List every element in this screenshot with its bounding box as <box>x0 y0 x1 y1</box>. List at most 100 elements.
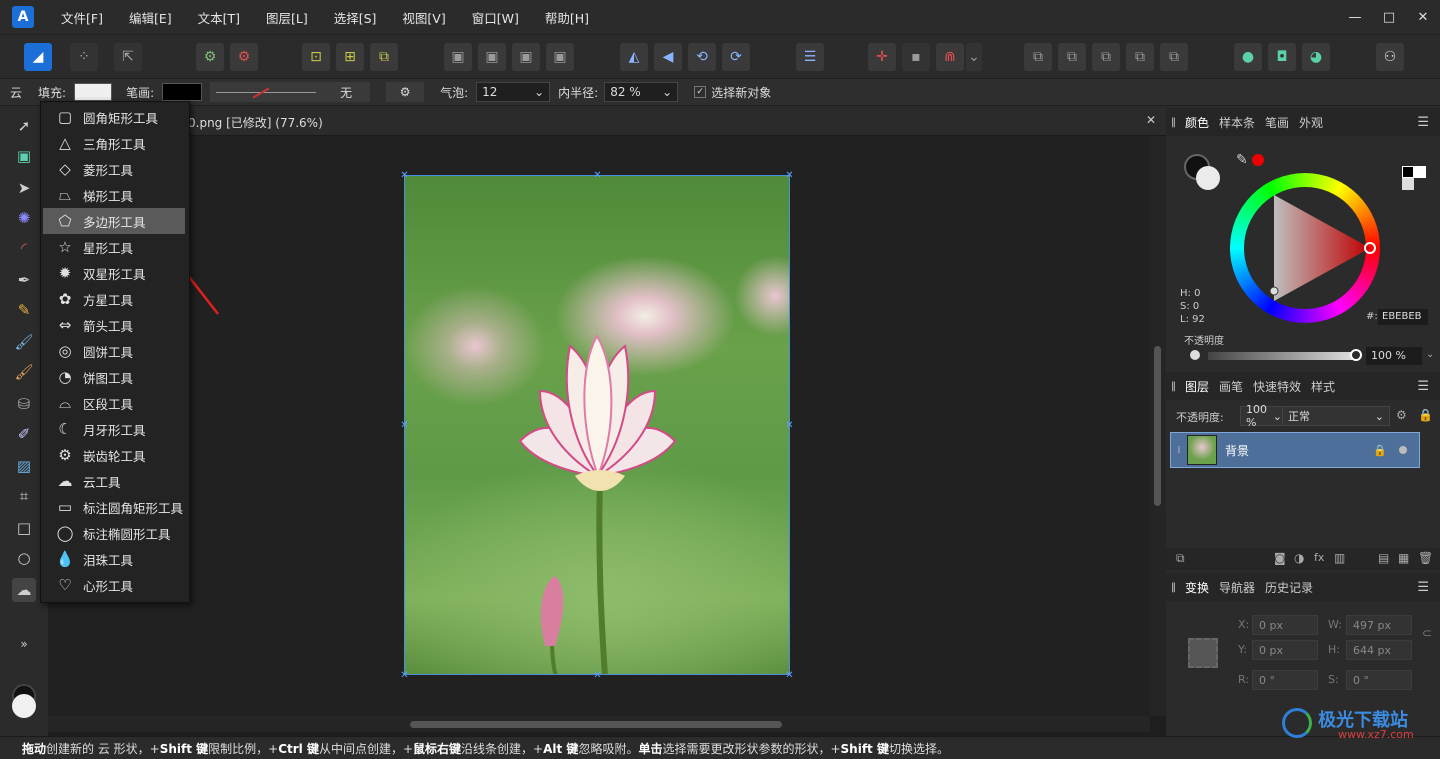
tab-history[interactable]: 历史记录 <box>1260 579 1318 596</box>
menu-edit[interactable]: 编辑[E] <box>116 8 185 27</box>
paint-brush-icon[interactable]: 🖌 <box>12 360 36 384</box>
artboard-tool-icon[interactable]: ▣ <box>12 144 36 168</box>
layer-lock-icon[interactable]: 🔒 <box>1418 408 1433 422</box>
menu-view[interactable]: 视图[V] <box>389 8 458 27</box>
arrange-forward-icon[interactable]: ▣ <box>512 43 540 71</box>
layers-stack-icon[interactable]: ⧉ <box>1176 551 1185 566</box>
selection-handle[interactable]: ✕ <box>785 671 794 681</box>
layer-drag-handle[interactable]: ⁞ <box>1171 445 1187 456</box>
cloud-tool-icon[interactable]: ☁ <box>12 578 36 602</box>
selection-handle[interactable]: ✕ <box>400 171 409 181</box>
ellipse-tool-icon[interactable]: ○ <box>12 546 36 570</box>
black-swatch[interactable] <box>1402 166 1414 178</box>
tab-appearance[interactable]: 外观 <box>1294 114 1328 131</box>
flyout-item-pie[interactable]: ◔ 饼图工具 <box>43 364 185 390</box>
flyout-item-callout-ellipse[interactable]: ◯ 标注椭圆形工具 <box>43 520 185 546</box>
tab-fx[interactable]: 快速特效 <box>1248 378 1306 395</box>
fill-color-well[interactable] <box>1196 166 1220 190</box>
rotation-input[interactable]: 0 ° <box>1252 670 1318 690</box>
flyout-item-arrow[interactable]: ⇔ 箭头工具 <box>43 312 185 338</box>
selection-handle[interactable]: ✕ <box>785 171 794 181</box>
arrange-backward-icon[interactable]: ▣ <box>478 43 506 71</box>
boolean-divide-icon[interactable]: ⧉ <box>1160 43 1188 71</box>
geometry-icon[interactable]: ▪ <box>902 43 930 71</box>
vector-brush-icon[interactable]: 🖌 <box>12 330 36 354</box>
opacity-dropdown-icon[interactable]: ⌄ <box>1426 349 1434 360</box>
corner-tool-icon[interactable]: ◜ <box>12 236 36 260</box>
align-icon[interactable]: ☰ <box>796 43 824 71</box>
flip-vertical-icon[interactable]: ◀ <box>654 43 682 71</box>
pen-tool-icon[interactable]: ✒ <box>12 268 36 292</box>
boolean-subtract-icon[interactable]: ⧉ <box>1058 43 1086 71</box>
arrange-front-icon[interactable]: ▣ <box>546 43 574 71</box>
snap-grid-icon[interactable]: ⊡ <box>302 43 330 71</box>
h-input[interactable]: 644 px <box>1346 640 1412 660</box>
x-input[interactable]: 0 px <box>1252 615 1318 635</box>
point-transform-icon[interactable]: ✺ <box>12 206 36 230</box>
place-image-icon[interactable]: ▨ <box>12 454 36 478</box>
flyout-item-trapezoid[interactable]: ⏢ 梯形工具 <box>43 182 185 208</box>
hex-input[interactable]: EBEBEB <box>1378 309 1428 325</box>
vertical-scroll-thumb[interactable] <box>1154 346 1161 506</box>
flyout-item-cloud[interactable]: ☁ 云工具 <box>43 468 185 494</box>
document-tab[interactable]: 0.png [已修改] (77.6%) ✕ <box>48 106 1166 136</box>
flyout-item-cog[interactable]: ⚙ 嵌齿轮工具 <box>43 442 185 468</box>
cog-off-icon[interactable]: ⚙ <box>230 43 258 71</box>
stroke-style-dropdown[interactable]: 无 <box>210 82 371 102</box>
flyout-item-donut[interactable]: ◎ 圆饼工具 <box>43 338 185 364</box>
horizontal-scroll-thumb[interactable] <box>410 721 782 728</box>
flyout-item-triangle[interactable]: △ 三角形工具 <box>43 130 185 156</box>
menu-select[interactable]: 选择[S] <box>321 8 390 27</box>
layer-row[interactable]: ⁞ 背景 🔒 <box>1170 432 1420 468</box>
move-tool-icon[interactable]: ➚ <box>12 114 36 138</box>
tab-color[interactable]: 颜色 <box>1180 114 1214 131</box>
tab-layers[interactable]: 图层 <box>1180 378 1214 395</box>
boolean-xor-icon[interactable]: ⧉ <box>1126 43 1154 71</box>
flyout-item-teardrop[interactable]: 💧 泪珠工具 <box>43 546 185 572</box>
panel-menu-icon[interactable]: ☰ <box>1412 379 1434 394</box>
shear-input[interactable]: 0 ° <box>1346 670 1412 690</box>
arrange-back-icon[interactable]: ▣ <box>444 43 472 71</box>
menu-text[interactable]: 文本[T] <box>185 8 253 27</box>
group-icon[interactable]: ▦ <box>1398 551 1409 565</box>
fill-tool-icon[interactable]: ⛁ <box>12 392 36 416</box>
layer-name[interactable]: 背景 <box>1225 442 1249 459</box>
flyout-item-heart[interactable]: ♡ 心形工具 <box>43 572 185 598</box>
selection-handle[interactable]: ✕ <box>400 421 409 431</box>
selection-handle[interactable]: ✕ <box>593 671 602 681</box>
horizontal-scrollbar[interactable] <box>48 716 1150 732</box>
color-wheel[interactable] <box>1230 173 1380 323</box>
stroke-settings-icon[interactable]: ⚙ <box>386 82 425 102</box>
export-persona-icon[interactable]: ⇱ <box>114 43 142 71</box>
bubble-input[interactable]: 12 ⌄ <box>476 82 551 102</box>
adjustment-icon[interactable]: ◑ <box>1294 551 1304 565</box>
flyout-item-segment[interactable]: ⌓ 区段工具 <box>43 390 185 416</box>
pixel-persona-icon[interactable]: ⁘ <box>70 43 98 71</box>
flip-horizontal-icon[interactable]: ◭ <box>620 43 648 71</box>
more-tools-icon[interactable]: » <box>12 632 36 656</box>
crop-tool-icon[interactable]: ⌗ <box>12 484 36 508</box>
boolean-intersect-icon[interactable]: ⧉ <box>1092 43 1120 71</box>
snapping-magnet-icon[interactable]: ⋒ <box>936 43 964 71</box>
selection-handle[interactable]: ✕ <box>785 421 794 431</box>
rotate-right-icon[interactable]: ⟳ <box>722 43 750 71</box>
stroke-swatch[interactable] <box>162 83 203 101</box>
origin-icon[interactable]: ✛ <box>868 43 896 71</box>
insert-behind-icon[interactable]: ◕ <box>1302 43 1330 71</box>
layer-visibility-icon[interactable] <box>1399 446 1407 454</box>
flyout-item-double-star[interactable]: ✹ 双星形工具 <box>43 260 185 286</box>
tab-stroke[interactable]: 笔画 <box>1260 114 1294 131</box>
blend-mode-dropdown[interactable]: 正常 ⌄ <box>1282 406 1390 426</box>
mask-icon[interactable]: ◙ <box>1274 551 1286 565</box>
flyout-item-square-star[interactable]: ✿ 方星工具 <box>43 286 185 312</box>
fill-swatch[interactable] <box>74 83 113 101</box>
boolean-add-icon[interactable]: ⧉ <box>1024 43 1052 71</box>
tab-transform[interactable]: 变换 <box>1180 579 1214 596</box>
rectangle-tool-icon[interactable]: □ <box>12 516 36 540</box>
account-icon[interactable]: ⚇ <box>1376 43 1404 71</box>
select-new-checkbox[interactable]: ✓ <box>694 86 707 98</box>
node-tool-icon[interactable]: ➤ <box>12 176 36 200</box>
lotus-photo[interactable] <box>404 175 790 675</box>
link-ratio-icon[interactable]: ⊂ <box>1422 626 1432 640</box>
flyout-item-star[interactable]: ☆ 星形工具 <box>43 234 185 260</box>
